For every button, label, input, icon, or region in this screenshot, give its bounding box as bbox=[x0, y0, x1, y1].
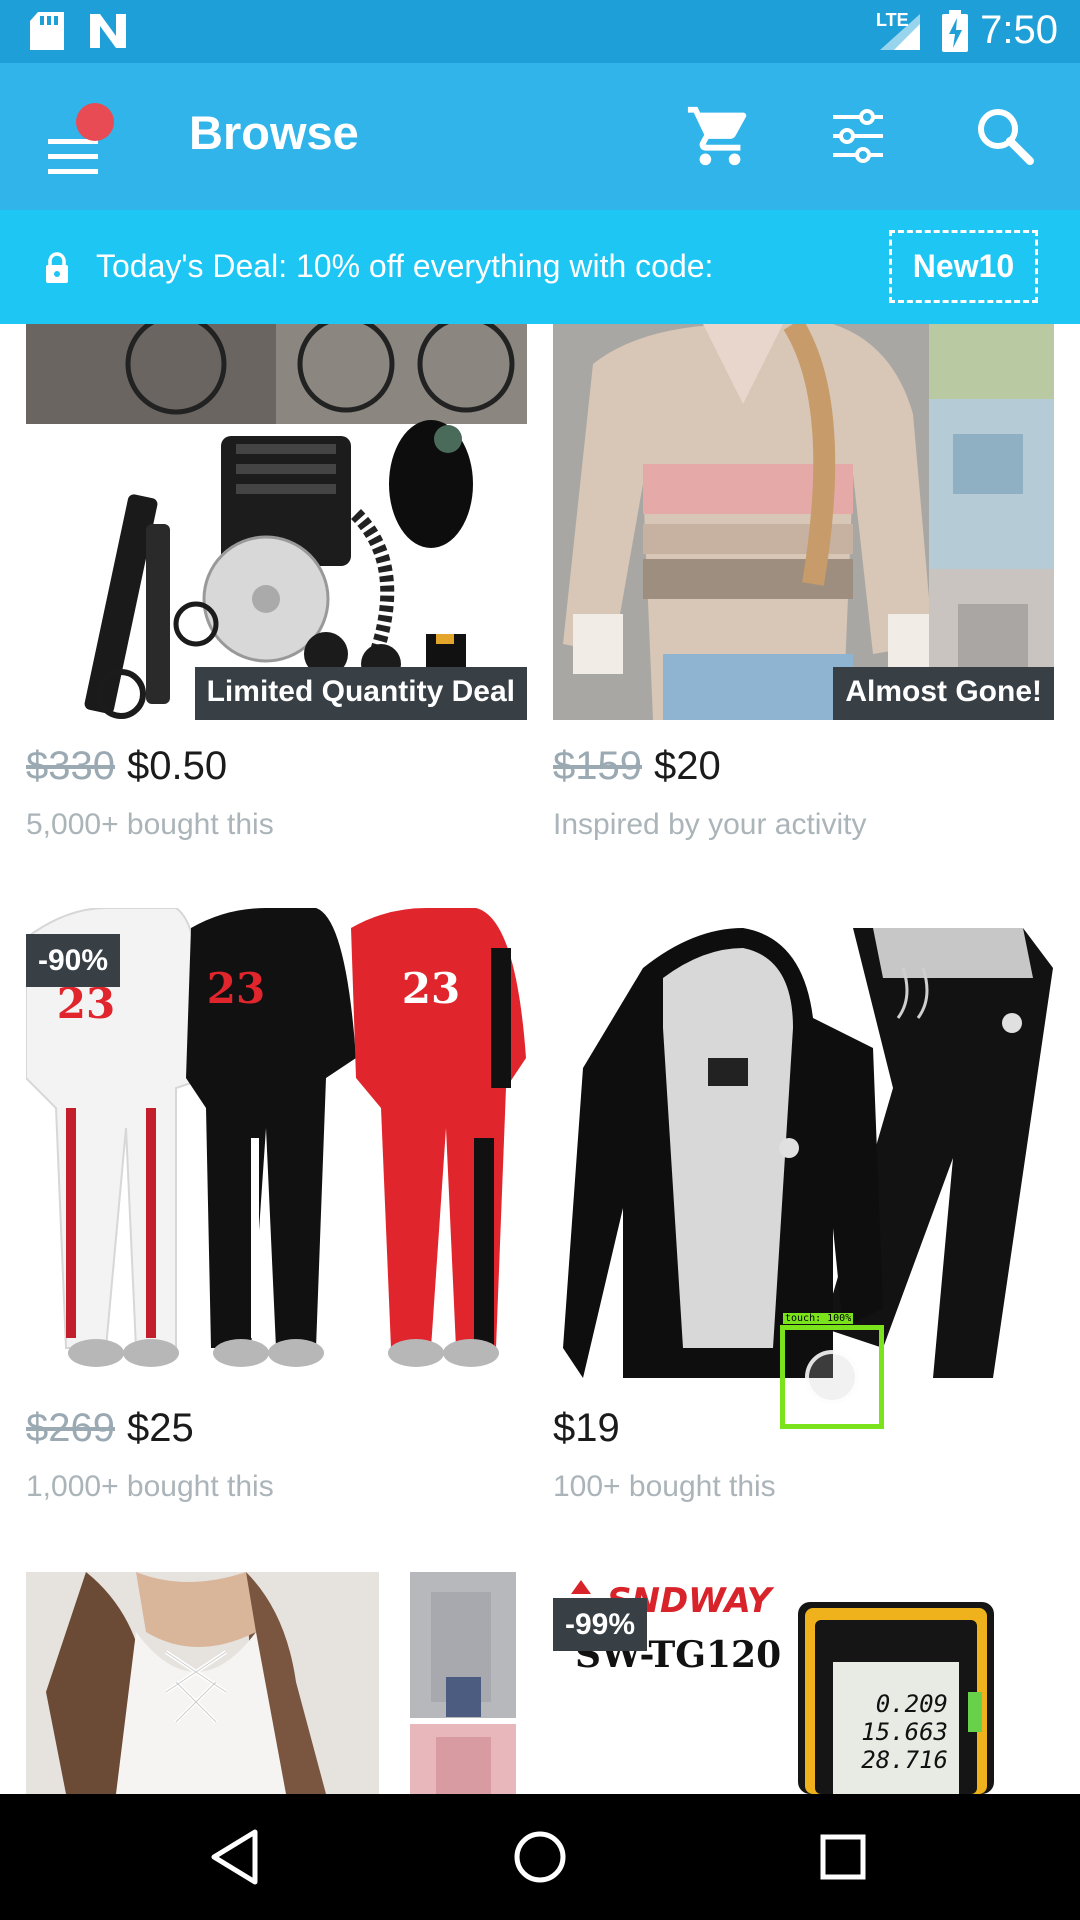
touch-ripple bbox=[805, 1350, 859, 1404]
app-bar: Browse bbox=[0, 63, 1080, 210]
recents-icon bbox=[820, 1834, 866, 1880]
product-subtitle: 5,000+ bought this bbox=[26, 808, 274, 841]
status-bar: LTE 7:50 bbox=[0, 0, 1080, 63]
deal-text: Today's Deal: 10% off everything with co… bbox=[96, 248, 714, 284]
svg-text:23: 23 bbox=[402, 964, 460, 1013]
deal-code[interactable]: New10 bbox=[889, 230, 1038, 303]
search-icon bbox=[978, 109, 1034, 165]
discount-badge: -99% bbox=[553, 1598, 648, 1651]
price: $19 bbox=[553, 1406, 620, 1450]
notification-dot bbox=[76, 103, 114, 141]
product-image: SNDWAY SW-TG120 0.209 15.663 28.716 -99% bbox=[553, 1572, 1054, 1794]
status-time: 7:50 bbox=[980, 8, 1058, 52]
display-reading-2: 15.663 bbox=[861, 1718, 948, 1746]
n-notification-icon bbox=[90, 14, 126, 48]
filter-button[interactable] bbox=[823, 101, 893, 171]
filter-icon bbox=[833, 109, 883, 163]
signal-icon bbox=[880, 14, 920, 50]
product-image: Limited Quantity Deal bbox=[26, 324, 527, 720]
product-subtitle: 100+ bought this bbox=[553, 1470, 776, 1503]
price-row: $159 $20 bbox=[553, 744, 721, 789]
home-icon bbox=[514, 1831, 566, 1883]
product-subtitle: 1,000+ bought this bbox=[26, 1470, 274, 1503]
lock-icon bbox=[46, 252, 68, 283]
navigation-bar bbox=[0, 1794, 1080, 1920]
menu-icon bbox=[48, 139, 98, 174]
svg-text:23: 23 bbox=[207, 964, 265, 1013]
back-button[interactable] bbox=[200, 1822, 270, 1892]
battery-charging-icon bbox=[942, 10, 968, 52]
product-image: Almost Gone! bbox=[553, 324, 1054, 720]
product-image bbox=[26, 1572, 527, 1794]
cart-icon bbox=[687, 106, 747, 166]
deal-ribbon: Almost Gone! bbox=[833, 667, 1054, 720]
display-reading-1: 0.209 bbox=[876, 1690, 948, 1718]
price: $0.50 bbox=[126, 744, 228, 788]
price: $25 bbox=[126, 1406, 194, 1450]
price: $20 bbox=[653, 744, 721, 788]
old-price: $269 bbox=[26, 1406, 115, 1450]
menu-button[interactable] bbox=[40, 103, 120, 174]
deal-banner[interactable]: Today's Deal: 10% off everything with co… bbox=[0, 210, 1080, 324]
discount-badge: -90% bbox=[26, 934, 121, 987]
search-button[interactable] bbox=[970, 101, 1040, 171]
back-icon bbox=[211, 1829, 258, 1885]
home-button[interactable] bbox=[505, 1822, 575, 1892]
product-subtitle: Inspired by your activity bbox=[553, 808, 867, 841]
price-row: $19 bbox=[553, 1406, 620, 1451]
page-title: Browse bbox=[189, 106, 359, 159]
cart-button[interactable] bbox=[685, 101, 755, 171]
product-image: 23 23 23 -90% bbox=[26, 908, 527, 1382]
product-image bbox=[553, 908, 1054, 1382]
deal-ribbon: Limited Quantity Deal bbox=[194, 667, 527, 720]
recents-button[interactable] bbox=[808, 1822, 878, 1892]
touch-indicator-label: touch: 100% bbox=[783, 1313, 854, 1324]
price-row: $330 $0.50 bbox=[26, 744, 227, 789]
product-grid: Limited Quantity Deal $330 $0.50 5,000+ b… bbox=[0, 324, 1080, 1794]
old-price: $159 bbox=[553, 744, 642, 788]
price-row: $269 $25 bbox=[26, 1406, 194, 1451]
display-reading-3: 28.716 bbox=[861, 1746, 948, 1774]
sd-card-icon bbox=[30, 12, 64, 50]
old-price: $330 bbox=[26, 744, 115, 788]
